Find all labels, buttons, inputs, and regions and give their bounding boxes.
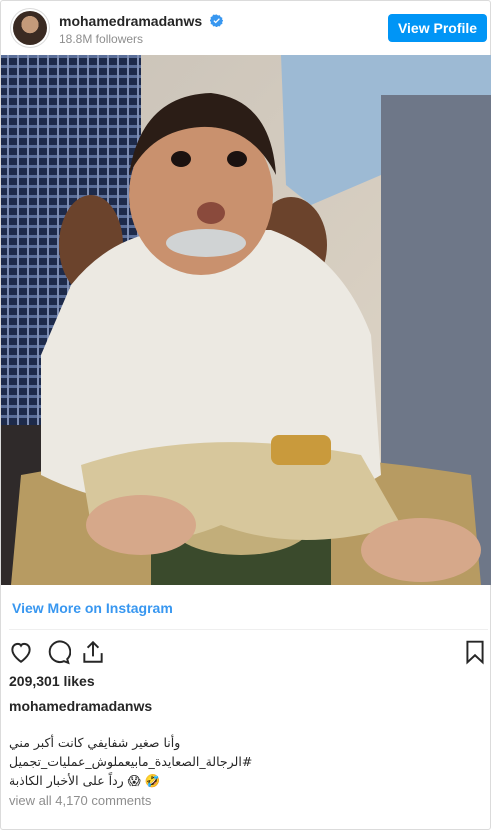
view-more-link[interactable]: View More on Instagram bbox=[12, 600, 173, 616]
post-photo[interactable] bbox=[1, 55, 491, 585]
caption-hashtag[interactable]: #الرجالة_الصعايدة_مابيعملوش_عمليات_تجميل bbox=[9, 752, 309, 771]
view-profile-button[interactable]: View Profile bbox=[388, 14, 487, 42]
share-icon[interactable] bbox=[80, 639, 106, 665]
instagram-embed: mohamedramadanws 18.8M followers View Pr… bbox=[0, 0, 491, 830]
bookmark-icon[interactable] bbox=[462, 639, 488, 665]
caption-text: وأنا صغير شفايفي كانت أكبر مني #الرجالة_… bbox=[9, 733, 309, 790]
followers-count: 18.8M followers bbox=[59, 32, 144, 46]
caption-line: وأنا صغير شفايفي كانت أكبر مني bbox=[9, 735, 181, 750]
post-header: mohamedramadanws 18.8M followers View Pr… bbox=[1, 1, 490, 55]
view-all-comments-link[interactable]: view all 4,170 comments bbox=[9, 793, 151, 808]
heart-icon[interactable] bbox=[8, 639, 34, 665]
username-row: mohamedramadanws bbox=[59, 13, 223, 31]
action-bar bbox=[1, 637, 491, 667]
likes-count[interactable]: 209,301 likes bbox=[9, 673, 95, 689]
divider bbox=[9, 629, 488, 630]
username[interactable]: mohamedramadanws bbox=[59, 13, 202, 29]
post-photo-image bbox=[1, 55, 491, 585]
caption-username[interactable]: mohamedramadanws bbox=[9, 698, 152, 714]
avatar[interactable] bbox=[13, 11, 47, 45]
verified-badge-icon bbox=[209, 14, 223, 27]
caption-line: 🤣 😱 رداً على الأخبار الكاذبة bbox=[9, 773, 161, 788]
comment-icon[interactable] bbox=[45, 639, 71, 665]
